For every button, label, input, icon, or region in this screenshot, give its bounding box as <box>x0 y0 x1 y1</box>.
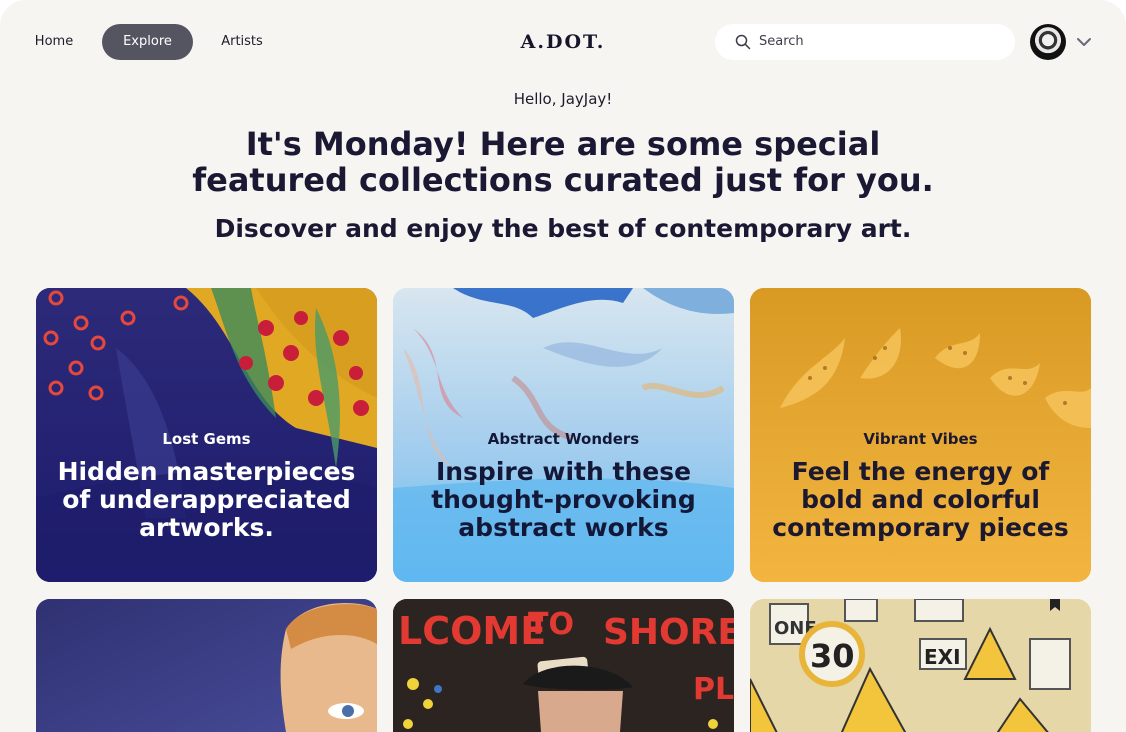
svg-text:PLEA: PLEA <box>693 672 734 707</box>
card-kicker: Abstract Wonders <box>487 430 640 448</box>
top-nav: Home Explore Artists A.DOT. <box>0 0 1126 84</box>
svg-text:TO: TO <box>528 607 574 642</box>
nav-home-link[interactable]: Home <box>22 24 86 60</box>
svg-text:30: 30 <box>810 637 855 675</box>
nav-explore-link[interactable]: Explore <box>102 24 193 60</box>
card-kicker: Lost Gems <box>162 430 251 448</box>
collection-card-street-art[interactable]: LCOME TO SHORED PLEA <box>393 599 734 732</box>
card-text: Vibrant Vibes Feel the energy of bold an… <box>750 428 1091 542</box>
card-title: Feel the energy of bold and colorful con… <box>772 457 1069 542</box>
search-box[interactable] <box>715 24 1015 60</box>
street-art-artwork: LCOME TO SHORED PLEA <box>393 599 734 732</box>
search-icon <box>735 34 751 50</box>
search-input[interactable] <box>759 24 989 60</box>
app-frame: Home Explore Artists A.DOT. Hello, JayJa… <box>0 0 1126 732</box>
collection-card-portrait[interactable] <box>36 599 377 732</box>
nav-artists-link[interactable]: Artists <box>205 24 279 60</box>
road-signs-artwork: ONE 30 EXI <box>750 599 1091 732</box>
card-text: Lost Gems Hidden masterpieces of underap… <box>36 428 377 542</box>
page-subheadline: Discover and enjoy the best of contempor… <box>214 214 912 243</box>
card-title: Inspire with these thought-provoking abs… <box>431 457 696 542</box>
card-title: Hidden masterpieces of underappreciated … <box>57 457 356 542</box>
card-text: Abstract Wonders Inspire with these thou… <box>393 428 734 542</box>
collection-card-road-signs[interactable]: ONE 30 EXI <box>750 599 1091 732</box>
portrait-artwork <box>36 599 377 732</box>
svg-text:EXI: EXI <box>924 645 961 669</box>
chevron-down-icon[interactable] <box>1075 34 1093 50</box>
collection-card-vibrant-vibes[interactable]: Vibrant Vibes Feel the energy of bold an… <box>750 288 1091 582</box>
svg-text:LCOME: LCOME <box>398 609 546 653</box>
card-kicker: Vibrant Vibes <box>863 430 978 448</box>
collection-card-lost-gems[interactable]: Lost Gems Hidden masterpieces of underap… <box>36 288 377 582</box>
collection-card-abstract-wonders[interactable]: Abstract Wonders Inspire with these thou… <box>393 288 734 582</box>
page-headline: It's Monday! Here are some special featu… <box>192 125 934 199</box>
brand-logo[interactable]: A.DOT. <box>488 28 638 56</box>
greeting-text: Hello, JayJay! <box>513 90 613 108</box>
svg-text:SHORED: SHORED <box>603 612 734 653</box>
user-avatar[interactable] <box>1030 24 1066 60</box>
